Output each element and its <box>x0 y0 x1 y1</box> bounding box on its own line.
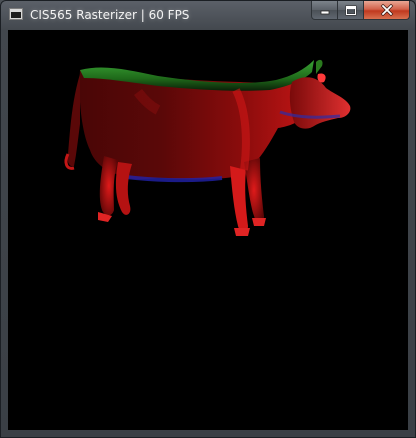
cow-head <box>289 77 351 129</box>
title-bar[interactable]: CIS565 Rasterizer | 60 FPS <box>1 1 415 29</box>
cow-tail <box>67 74 80 167</box>
caption-buttons <box>311 1 410 20</box>
minimize-button[interactable] <box>311 1 338 20</box>
app-window: CIS565 Rasterizer | 60 FPS <box>0 0 416 438</box>
maximize-button[interactable] <box>338 1 364 20</box>
minimize-icon <box>320 10 329 15</box>
window-title: CIS565 Rasterizer | 60 FPS <box>30 8 190 22</box>
rasterized-cow-model <box>64 59 351 236</box>
cow-horn <box>316 59 323 74</box>
maximize-icon <box>345 5 356 15</box>
close-icon <box>380 4 393 16</box>
render-viewport[interactable] <box>8 30 408 430</box>
close-button[interactable] <box>364 1 410 20</box>
app-window-icon <box>9 8 23 20</box>
